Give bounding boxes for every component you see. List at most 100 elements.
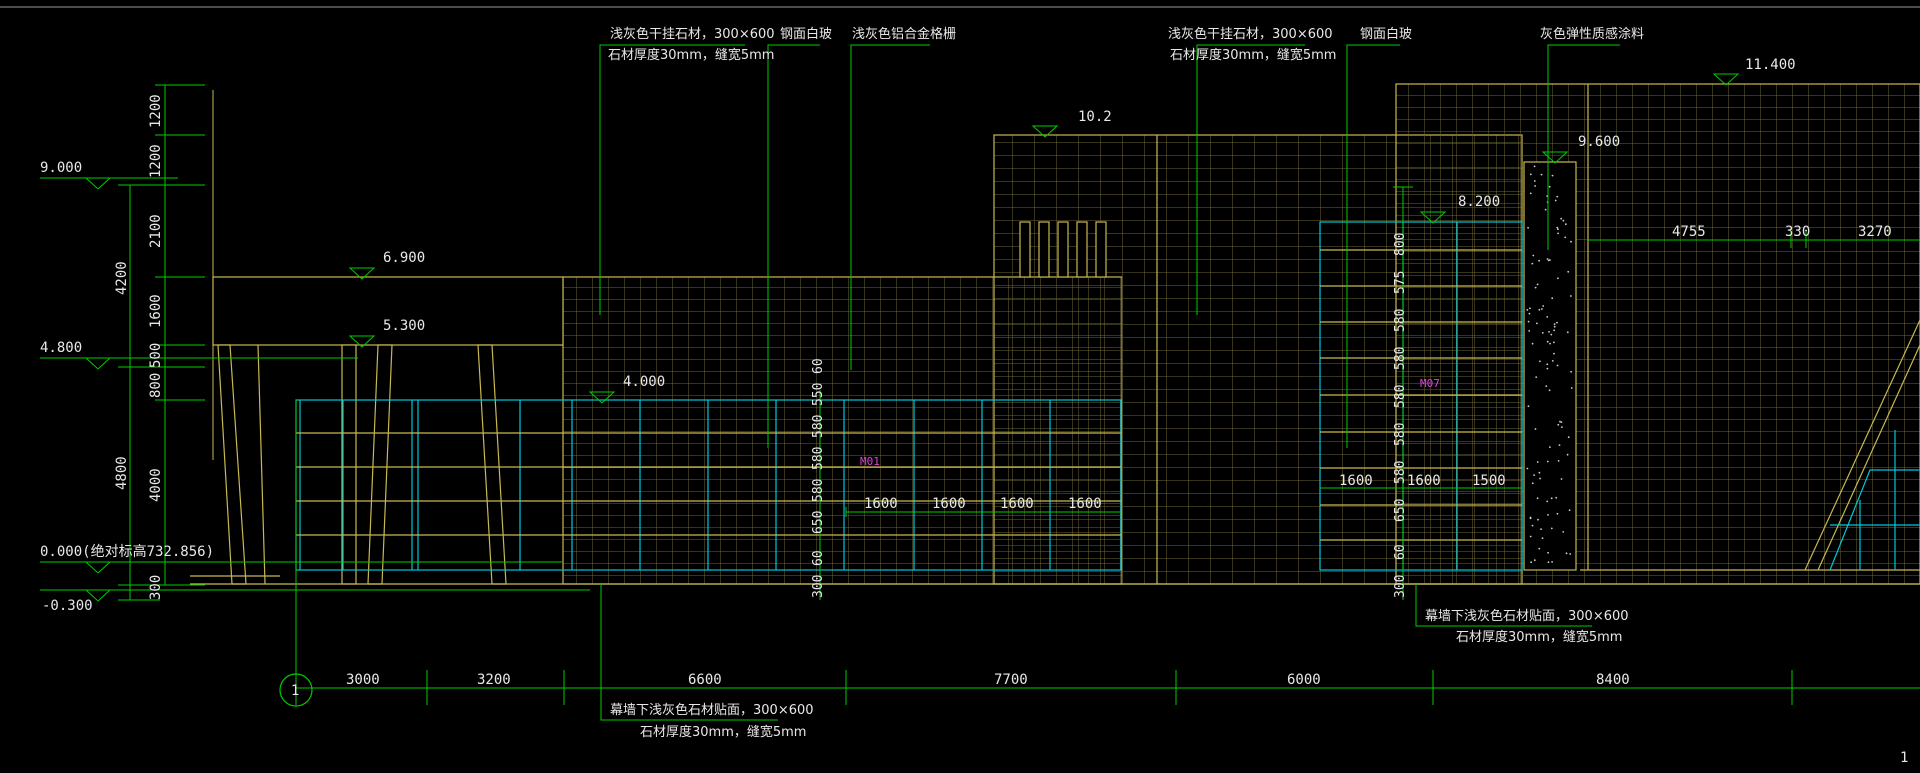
speckle-dot — [1557, 277, 1559, 280]
speckle-dot — [1538, 308, 1541, 311]
speckle-dot — [1561, 426, 1563, 428]
speckle-dot — [1529, 307, 1531, 310]
bottom-dimension-labels: 3000 3200 6600 7700 6000 8400 — [346, 672, 1630, 688]
dim-bottom-7700: 7700 — [994, 672, 1028, 688]
dim-4000: 4000 — [148, 468, 164, 502]
speckle-dot — [1559, 420, 1561, 423]
vdim-mid-0: 300 — [811, 575, 826, 598]
speckle-dot — [1556, 321, 1558, 324]
level-label-6900: 6.900 — [383, 250, 425, 266]
speckle-dot — [1548, 331, 1550, 333]
speckle-dot — [1570, 387, 1573, 389]
speckle-dot — [1527, 405, 1530, 408]
dim-4200: 4200 — [114, 261, 130, 295]
tag-m07: M07 — [1420, 377, 1440, 390]
column-mid-slant — [367, 344, 393, 585]
column-left — [217, 344, 247, 585]
speckle-dot — [1567, 436, 1570, 439]
win-dim-2: 1600 — [932, 496, 966, 512]
speckle-dot — [1526, 309, 1529, 311]
vdim-mid-4: 580 — [811, 447, 826, 470]
speckle-dot — [1570, 370, 1572, 373]
speckle-dot — [1549, 342, 1551, 345]
cad-elevation-drawing[interactable]: 1 9.000 4.800 0.000(绝对标高732.856) -0.300 … — [0, 0, 1920, 773]
speckle-dot — [1553, 341, 1555, 344]
annotation-base-1b: 石材厚度30mm，缝宽5mm — [640, 724, 806, 740]
dim-1200b: 1200 — [148, 144, 164, 178]
speckle-dot — [1544, 208, 1547, 211]
level-label-4800: 4.800 — [40, 340, 82, 356]
win-dim-r3: 1500 — [1472, 473, 1506, 489]
speckle-dot — [1546, 316, 1549, 318]
annotation-glass-1: 钢面白玻 — [780, 26, 832, 42]
win-dim-r1: 1600 — [1339, 473, 1373, 489]
vdim-right-5: 580 — [1393, 385, 1408, 408]
speckle-dot — [1538, 259, 1540, 262]
canopy-slab — [212, 276, 564, 346]
speckle-dot — [1531, 482, 1534, 485]
speckle-dot — [1536, 461, 1539, 463]
level-label-10.2: 10.2 — [1078, 109, 1112, 125]
speckle-dot — [1547, 551, 1549, 554]
speckle-dot — [1533, 559, 1536, 562]
speckle-dot — [1551, 174, 1554, 177]
speckle-dot — [1529, 535, 1532, 538]
level-triangle — [84, 177, 112, 190]
annotation-coating: 灰色弹性质感涂料 — [1540, 26, 1644, 42]
speckle-dot — [1565, 552, 1568, 555]
vdim-right-6: 580 — [1393, 347, 1408, 370]
speckle-dot — [1549, 446, 1551, 448]
speckle-dot — [1533, 180, 1536, 182]
speckle-dot — [1553, 323, 1556, 326]
vdim-mid-3: 580 — [811, 479, 826, 502]
speckle-dot — [1533, 474, 1535, 476]
grille-fin — [1076, 221, 1088, 278]
dim-bottom-6000: 6000 — [1287, 672, 1321, 688]
speckle-dot — [1546, 340, 1549, 343]
grille-fin — [1057, 221, 1069, 278]
vdim-mid-7: 60 — [811, 358, 826, 374]
coating-strip — [1523, 161, 1577, 571]
level-triangle — [84, 561, 112, 574]
dim-300: 300 — [148, 575, 164, 600]
level-label-11400: 11.400 — [1745, 57, 1796, 73]
speckle-dot — [1541, 308, 1543, 310]
speckle-dot — [1553, 352, 1555, 355]
speckle-dot — [1539, 360, 1541, 363]
vdim-right-8: 575 — [1393, 271, 1408, 294]
tag-m01: M01 — [860, 455, 880, 468]
column-left-inner — [257, 344, 266, 585]
speckle-dot — [1566, 331, 1569, 334]
level-label-9000: 9.000 — [40, 160, 82, 176]
grille-fin — [1038, 221, 1050, 278]
page-number: 1 — [1900, 750, 1908, 766]
speckle-dot — [1530, 561, 1532, 564]
speckle-dot — [1537, 518, 1539, 521]
speckle-dot — [1534, 185, 1536, 187]
level-label-5300: 5.300 — [383, 318, 425, 334]
facade-walls — [190, 83, 1920, 585]
speckle-dot — [1542, 305, 1545, 307]
speckle-dot — [1547, 514, 1549, 516]
dim-500: 500 — [148, 343, 164, 368]
speckle-dot — [1564, 236, 1567, 239]
speckle-dot — [1531, 524, 1534, 527]
speckle-dot — [1528, 330, 1531, 332]
vdim-right-7: 580 — [1393, 309, 1408, 332]
annotation-base-2a: 幕墙下浅灰色石材贴面，300×600 — [1425, 608, 1629, 624]
level-label-8200: 8.200 — [1458, 194, 1500, 210]
speckle-dot — [1550, 497, 1553, 500]
speckle-dot — [1527, 320, 1530, 323]
speckle-dot — [1536, 497, 1539, 500]
speckle-dot — [1566, 453, 1569, 456]
speckle-dot — [1548, 185, 1551, 188]
speckle-dot — [1556, 195, 1559, 198]
vdim-right-2: 650 — [1393, 499, 1408, 522]
level-triangle — [84, 357, 112, 370]
dim-bottom-8400: 8400 — [1596, 672, 1630, 688]
annotation-stone-1a: 浅灰色干挂石材，300×600 — [610, 26, 775, 42]
speckle-dot — [1534, 428, 1537, 430]
column-right — [477, 344, 507, 585]
level-label-0000: 0.000(绝对标高732.856) — [40, 543, 214, 560]
speckle-dot — [1527, 226, 1529, 229]
